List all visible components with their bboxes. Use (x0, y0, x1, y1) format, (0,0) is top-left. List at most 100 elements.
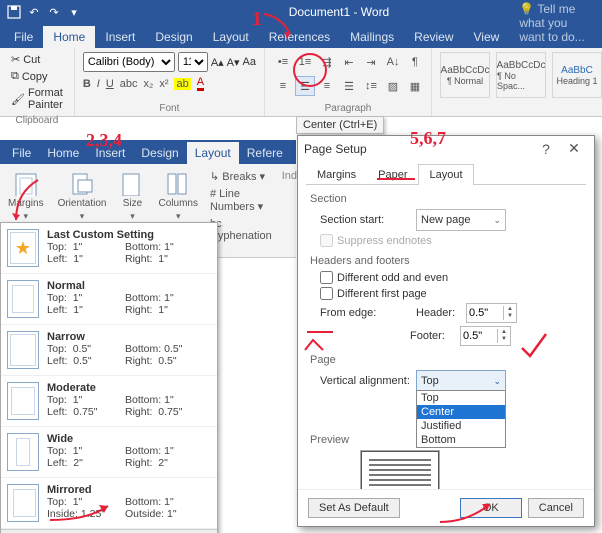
dlg-tab-layout[interactable]: Layout (418, 164, 473, 185)
diff-first-check[interactable] (320, 287, 333, 300)
dlg-tab-margins[interactable]: Margins (306, 164, 367, 185)
margin-option-mirrored[interactable]: Mirrored Top: 1"Bottom: 1"Inside: 1.25"O… (1, 478, 217, 529)
bold-button[interactable]: B (83, 78, 91, 90)
tab-design[interactable]: Design (145, 26, 202, 48)
tab-insert[interactable]: Insert (95, 26, 145, 48)
decrease-indent-icon[interactable]: ⇤ (339, 52, 359, 72)
va-option-top[interactable]: Top (417, 391, 505, 405)
margin-mirrored-icon (7, 484, 39, 522)
app2-tab-file[interactable]: File (4, 142, 39, 164)
font-label: Font (83, 103, 256, 114)
style-no-spacing[interactable]: AaBbCcDc¶ No Spac... (496, 52, 546, 98)
qat-dropdown-icon[interactable]: ▾ (66, 4, 82, 20)
show-marks-icon[interactable]: ¶ (405, 52, 425, 72)
va-option-justified[interactable]: Justified (417, 419, 505, 433)
preview-icon (360, 450, 440, 489)
style-normal[interactable]: AaBbCcDc¶ Normal (440, 52, 490, 98)
close-icon[interactable]: ✕ (560, 140, 588, 157)
columns-button[interactable]: Columns▾ (157, 170, 200, 224)
italic-button[interactable]: I (97, 78, 100, 90)
highlight-button[interactable]: ab (174, 78, 190, 90)
header-spinner[interactable]: ▲▼ (466, 303, 517, 323)
group-styles: AaBbCcDc¶ Normal AaBbCcDc¶ No Spac... Aa… (432, 48, 602, 116)
underline-button[interactable]: U (106, 78, 114, 90)
strike-button[interactable]: abc (120, 78, 138, 90)
app2-tab-insert[interactable]: Insert (87, 142, 133, 164)
align-center-icon[interactable]: ☰ (295, 76, 315, 96)
app2-tab-references[interactable]: Refere (239, 142, 291, 164)
borders-icon[interactable]: ▦ (405, 76, 425, 96)
vertical-align-select[interactable]: Top⌄ (416, 370, 506, 392)
hf-header: Headers and footers (310, 255, 582, 267)
hyphenation-button[interactable]: bc Hyphenation ▾ (210, 218, 272, 255)
decrease-font-icon[interactable]: A▾ (227, 56, 240, 69)
format-painter-button[interactable]: 🖌 Format Painter (8, 86, 66, 112)
section-start-label: Section start: (320, 214, 410, 226)
set-default-button[interactable]: Set As Default (308, 498, 400, 518)
shading-icon[interactable]: ▨ (383, 76, 403, 96)
center-tooltip: Center (Ctrl+E) (296, 116, 384, 134)
footer-spinner[interactable]: ▲▼ (460, 326, 511, 346)
tab-mailings[interactable]: Mailings (340, 26, 404, 48)
va-option-center[interactable]: Center (417, 405, 505, 419)
breaks-button[interactable]: ↳ Breaks ▾ (210, 170, 272, 183)
increase-font-icon[interactable]: A▴ (211, 56, 224, 69)
margin-option-narrow[interactable]: Narrow Top: 0.5"Bottom: 0.5"Left: 0.5"Ri… (1, 325, 217, 376)
tab-home[interactable]: Home (43, 26, 95, 48)
cancel-button[interactable]: Cancel (528, 498, 584, 518)
font-name-combo[interactable]: Calibri (Body) (83, 52, 175, 72)
multilevel-icon[interactable]: ⇶ (317, 52, 337, 72)
va-option-bottom[interactable]: Bottom (417, 433, 505, 447)
dlg-tab-paper[interactable]: Paper (367, 164, 418, 185)
size-button[interactable]: Size▾ (119, 170, 147, 224)
margin-option-wide[interactable]: Wide Top: 1"Bottom: 1"Left: 2"Right: 2" (1, 427, 217, 478)
numbering-icon[interactable]: 1≡ (295, 52, 315, 72)
app2-tab-layout[interactable]: Layout (187, 142, 239, 164)
sort-icon[interactable]: A↓ (383, 52, 403, 72)
justify-icon[interactable]: ☰ (339, 76, 359, 96)
align-left-icon[interactable]: ≡ (273, 76, 293, 96)
section-header: Section (310, 193, 582, 205)
superscript-button[interactable]: x² (159, 78, 168, 90)
tab-view[interactable]: View (464, 26, 510, 48)
custom-margins-button[interactable]: Custom Margins... (1, 529, 217, 533)
header-label: Header: (416, 307, 460, 319)
align-right-icon[interactable]: ≡ (317, 76, 337, 96)
margins-button[interactable]: Margins▾ (6, 170, 46, 224)
line-numbers-button[interactable]: # Line Numbers ▾ (210, 188, 272, 213)
cut-button[interactable]: ✂ Cut (8, 52, 43, 67)
diff-odd-even-check[interactable] (320, 271, 333, 284)
margin-option-normal[interactable]: Normal Top: 1"Bottom: 1"Left: 1"Right: 1… (1, 274, 217, 325)
tab-review[interactable]: Review (404, 26, 463, 48)
app2-tab-home[interactable]: Home (39, 142, 87, 164)
margin-option-moderate[interactable]: Moderate Top: 1"Bottom: 1"Left: 0.75"Rig… (1, 376, 217, 427)
undo-icon[interactable]: ↶ (26, 4, 42, 20)
app2-tab-design[interactable]: Design (133, 142, 186, 164)
line-spacing-icon[interactable]: ↕≡ (361, 76, 381, 96)
clipboard-label: Clipboard (8, 115, 66, 126)
increase-indent-icon[interactable]: ⇥ (361, 52, 381, 72)
dialog-body: Section Section start: New page⌄ Suppres… (298, 185, 594, 489)
save-icon[interactable] (6, 4, 22, 20)
subscript-button[interactable]: x₂ (144, 78, 154, 90)
tell-me[interactable]: 💡 Tell me what you want to do... (509, 0, 602, 48)
style-heading1[interactable]: AaBbCHeading 1 (552, 52, 602, 98)
group-clipboard: ✂ Cut ⧉ Copy 🖌 Format Painter Clipboard (0, 48, 75, 116)
font-size-combo[interactable]: 11 (178, 52, 208, 72)
tab-file[interactable]: File (4, 26, 43, 48)
section-start-select[interactable]: New page⌄ (416, 209, 506, 231)
copy-button[interactable]: ⧉ Copy (8, 69, 51, 84)
change-case-icon[interactable]: Aa (243, 56, 256, 68)
margin-option-last[interactable]: ★ Last Custom Setting Top: 1"Bottom: 1"L… (1, 223, 217, 274)
ok-button[interactable]: OK (460, 498, 522, 518)
tab-references[interactable]: References (259, 26, 340, 48)
font-color-button[interactable]: A (197, 76, 204, 91)
help-icon[interactable]: ? (532, 141, 560, 157)
dialog-titlebar: Page Setup ? ✕ (298, 136, 594, 161)
redo-icon[interactable]: ↷ (46, 4, 62, 20)
tab-layout[interactable]: Layout (203, 26, 259, 48)
ribbon: ✂ Cut ⧉ Copy 🖌 Format Painter Clipboard … (0, 48, 602, 117)
margin-moderate-icon (7, 382, 39, 420)
orientation-button[interactable]: Orientation▾ (56, 170, 109, 224)
bullets-icon[interactable]: •≡ (273, 52, 293, 72)
